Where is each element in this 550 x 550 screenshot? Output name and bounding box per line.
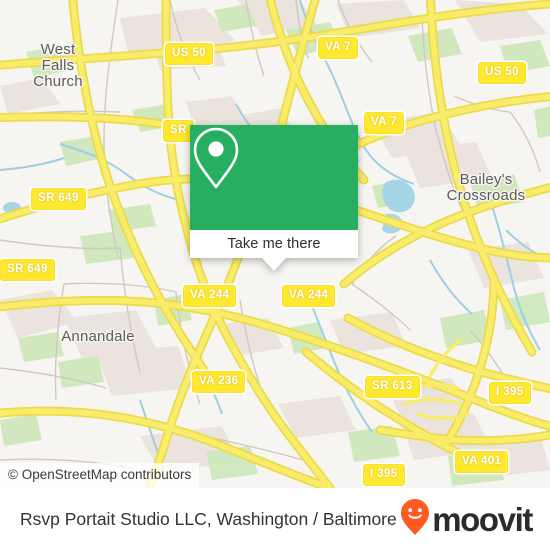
road-shield-us-50-west[interactable]: US 50 xyxy=(165,43,213,65)
road-shield-sr-613[interactable]: SR 613 xyxy=(365,376,420,398)
road-shield-i-395-south[interactable]: I 395 xyxy=(363,464,405,486)
road-shield-va-244-east[interactable]: VA 244 xyxy=(282,285,336,307)
road-shield-va-7-south[interactable]: VA 7 xyxy=(364,112,404,134)
road-shield-label: SR 649 xyxy=(7,263,48,275)
moovit-wordmark: moovit xyxy=(432,500,533,538)
road-shield-label: SR xyxy=(170,124,187,136)
road-shield-i-395-east[interactable]: I 395 xyxy=(489,382,531,404)
osm-attribution[interactable]: © OpenStreetMap contributors xyxy=(0,463,200,488)
road-shield-va-244-west[interactable]: VA 244 xyxy=(183,285,237,307)
road-shield-sr-649-upper[interactable]: SR 649 xyxy=(31,188,86,210)
footer-bar: Rsvp Portait Studio LLC, Washington / Ba… xyxy=(0,488,550,550)
road-shield-label: I 395 xyxy=(496,386,524,398)
road-shield-label: VA 236 xyxy=(199,375,239,387)
moovit-smiley-pin-icon xyxy=(400,498,430,541)
road-shield-label: SR 613 xyxy=(372,380,413,392)
road-shield-label: VA 7 xyxy=(371,116,397,128)
road-shield-label: US 50 xyxy=(172,47,206,59)
map-canvas[interactable]: West Falls Church Bailey's Crossroads An… xyxy=(0,0,550,488)
popup-pointer xyxy=(261,257,287,271)
road-shield-us-50-east[interactable]: US 50 xyxy=(478,62,526,84)
moovit-map-screenshot: West Falls Church Bailey's Crossroads An… xyxy=(0,0,550,550)
road-shield-va-236[interactable]: VA 236 xyxy=(192,371,246,393)
road-shield-va-7-north[interactable]: VA 7 xyxy=(318,37,358,59)
road-shield-label: SR 649 xyxy=(38,192,79,204)
road-shield-label: VA 244 xyxy=(190,289,230,301)
road-shield-va-401[interactable]: VA 401 xyxy=(455,451,509,473)
location-title: Rsvp Portait Studio LLC, Washington / Ba… xyxy=(20,509,397,529)
moovit-logo[interactable]: moovit xyxy=(400,498,533,541)
location-popup-card[interactable]: Take me there xyxy=(190,125,358,271)
road-shield-label: US 50 xyxy=(485,66,519,78)
road-shield-label: I 395 xyxy=(370,468,398,480)
road-shield-sr-649-lower[interactable]: SR 649 xyxy=(0,259,55,281)
road-shield-label: VA 244 xyxy=(289,289,329,301)
take-me-there-button[interactable]: Take me there xyxy=(227,236,320,252)
road-shield-label: VA 7 xyxy=(325,41,351,53)
popup-pin-panel xyxy=(190,125,358,230)
road-shield-label: VA 401 xyxy=(462,455,502,467)
popup-cta-bar[interactable]: Take me there xyxy=(190,230,358,258)
